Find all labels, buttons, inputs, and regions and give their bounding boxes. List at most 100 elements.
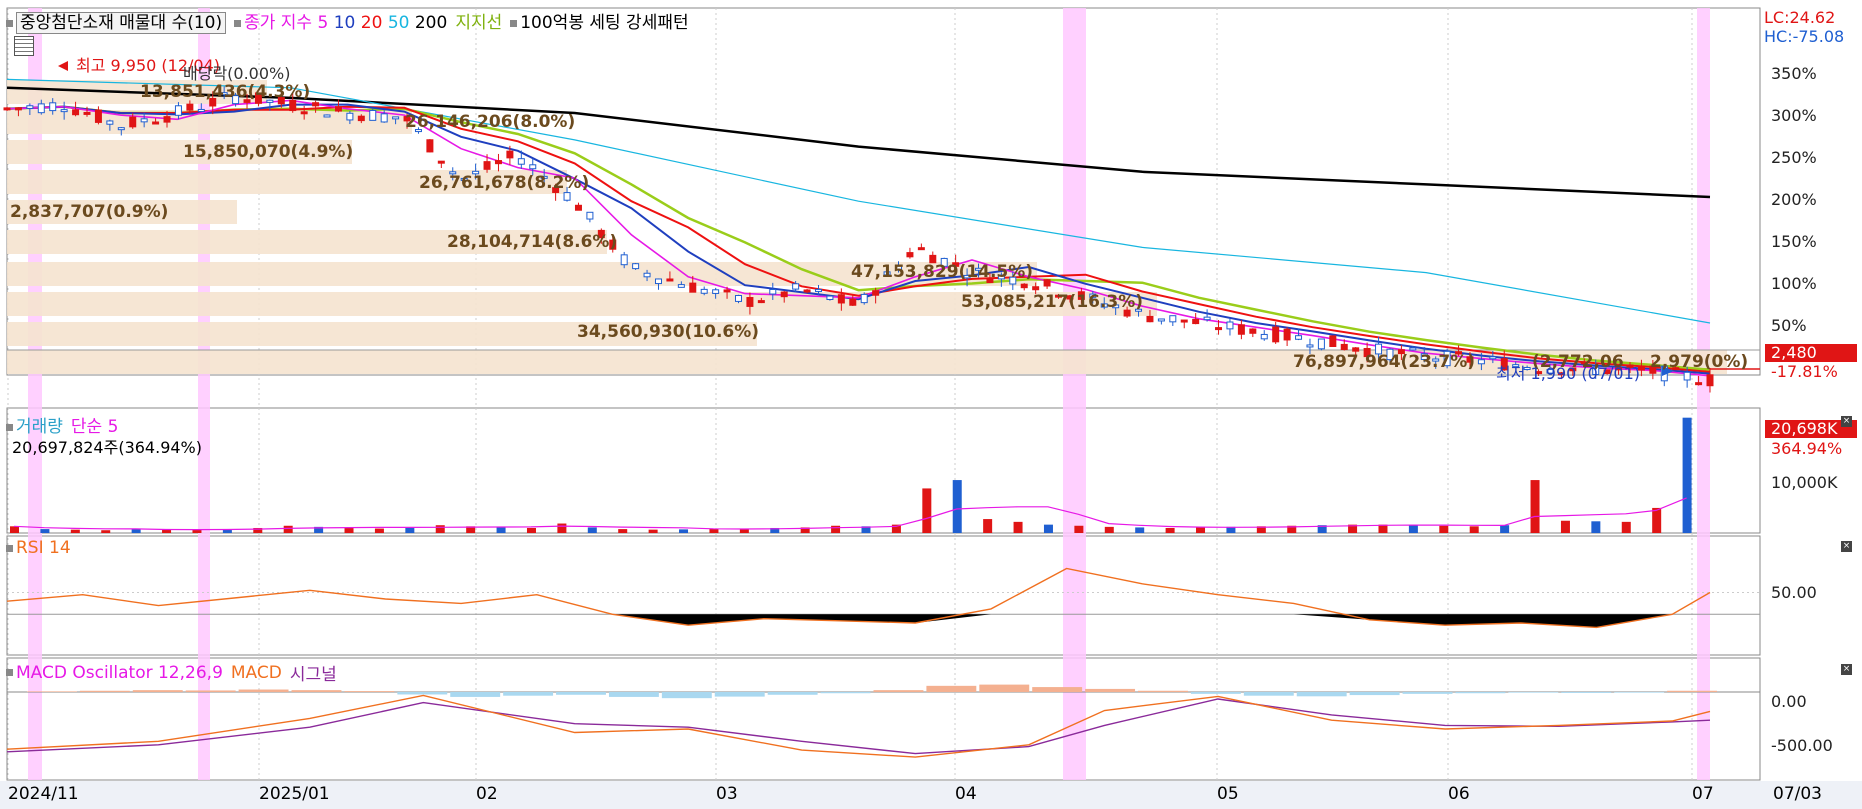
macd-osc-bar — [397, 692, 448, 695]
support-label[interactable]: 지지선 — [455, 8, 502, 33]
candle-body — [369, 109, 377, 121]
low-price-label: 최저 1,990 (07/01) — [1496, 364, 1641, 383]
candle-body — [1489, 356, 1497, 360]
highlight-band — [1697, 8, 1710, 780]
volume-bar — [1621, 521, 1631, 533]
volume-bar — [983, 519, 993, 533]
candle-body — [1146, 315, 1154, 323]
volume-bar — [557, 523, 567, 533]
volume-ma-line — [13, 497, 1687, 531]
x-label: 06 — [1448, 784, 1470, 804]
volume-bar — [1469, 526, 1479, 533]
ma-prefix-label[interactable]: 종가 지수 — [244, 13, 312, 33]
candle-body — [483, 161, 491, 170]
candle-body — [1306, 344, 1314, 348]
candle-body — [757, 300, 765, 304]
volume-bar — [1043, 524, 1053, 533]
profile-label: 2,837,707(0.9%) — [10, 202, 169, 222]
candle-body — [129, 116, 137, 128]
macd-close-icon[interactable]: × — [1841, 664, 1852, 675]
candle-body — [1237, 324, 1245, 335]
macd-osc-bar — [873, 690, 924, 692]
profile-label: 47,153,829(14.5%) — [851, 262, 1034, 282]
volume-bar — [1013, 521, 1023, 533]
candle-body — [300, 111, 308, 115]
volume-bar — [831, 525, 841, 533]
profile-label: 53,085,217(16.3%) — [961, 292, 1144, 312]
volume-bar — [1652, 507, 1662, 533]
candle-body — [49, 102, 57, 112]
candle-body — [1249, 328, 1257, 334]
macd-osc-bar — [344, 691, 395, 692]
candle-body — [1272, 326, 1280, 343]
macd-title[interactable]: MACD Oscillator 12,26,9 — [16, 663, 223, 683]
candle-body — [586, 211, 594, 220]
ma-period-20: 20 — [360, 13, 383, 33]
y-tick-250: 250% — [1771, 148, 1817, 167]
macd-osc-bar — [132, 690, 183, 692]
volume-bar — [496, 527, 506, 533]
candle-body — [1157, 318, 1165, 322]
volume-close-icon[interactable]: × — [1841, 416, 1852, 427]
candle-body — [1169, 315, 1177, 323]
candle-body — [906, 252, 914, 258]
candle-body — [494, 160, 502, 165]
candle-body — [563, 192, 571, 201]
candle-body — [186, 103, 194, 111]
candle-body — [1192, 318, 1200, 325]
macd-osc-bar — [1667, 690, 1717, 692]
pattern-label[interactable]: 100억봉 세팅 강세패턴 — [520, 13, 688, 33]
stock-chart-window: { "legend": { "stock_name": "중앙첨단소재 매물대 … — [0, 0, 1862, 809]
volume-bar — [648, 529, 658, 533]
y-tick-300: 300% — [1771, 106, 1817, 125]
candle-body — [323, 114, 331, 118]
lc-label: LC:24.62 — [1764, 8, 1836, 27]
profile-label: 13,851,436(4.3%) — [140, 82, 311, 102]
candle-body — [346, 112, 354, 121]
volume-bar — [1135, 527, 1145, 533]
macd-osc-bar — [27, 691, 77, 692]
candle-body — [746, 297, 754, 307]
candle-body — [72, 109, 80, 116]
candle-body — [117, 127, 125, 131]
highlight-band — [1063, 8, 1086, 780]
hc-label: HC:-75.08 — [1764, 27, 1845, 46]
profile-label: 34,560,930(10.6%) — [577, 322, 760, 342]
volume-bar — [70, 529, 80, 533]
volume-bar — [1439, 525, 1449, 533]
macd-osc-bar — [1190, 692, 1241, 694]
macd-osc-bar — [1402, 692, 1453, 694]
rsi-close-icon[interactable]: × — [1841, 541, 1852, 552]
volume-bar — [405, 527, 415, 533]
volume-y-tick: 10,000K — [1771, 473, 1838, 492]
macd-osc-bar — [661, 692, 712, 699]
volume-tag-pct: 364.94% — [1771, 439, 1843, 458]
rsi-y-tick: 50.00 — [1771, 583, 1817, 602]
candle-body — [357, 115, 365, 122]
candle-body — [814, 288, 822, 292]
candle-body — [666, 278, 674, 282]
volume-bar — [344, 527, 354, 533]
grid-toggle-icon[interactable] — [14, 36, 34, 56]
y-tick-350: 350% — [1771, 64, 1817, 83]
candle-body — [1226, 321, 1234, 330]
candle-body — [1477, 359, 1485, 365]
x-label: 03 — [716, 784, 738, 804]
volume-bar — [952, 480, 962, 533]
volume-bar — [1560, 520, 1570, 533]
y-tick-50: 50% — [1771, 316, 1807, 335]
volume-bar — [1074, 525, 1084, 533]
macd-osc-bar — [1508, 692, 1559, 693]
rsi-title[interactable]: RSI 14 — [16, 538, 71, 558]
volume-bar — [283, 525, 293, 533]
candle-body — [312, 102, 320, 107]
stock-name-label[interactable]: 중앙첨단소재 매물대 수(10) — [16, 12, 227, 34]
macd-osc-bar — [1561, 692, 1612, 693]
candle-body — [677, 284, 685, 288]
macd-label[interactable]: MACD — [231, 663, 282, 683]
candle-body — [1329, 335, 1337, 347]
macd-osc-bar — [1349, 692, 1400, 696]
signal-label[interactable]: 시그널 — [290, 660, 337, 685]
candle-body — [3, 107, 11, 111]
candle-body — [506, 150, 514, 159]
